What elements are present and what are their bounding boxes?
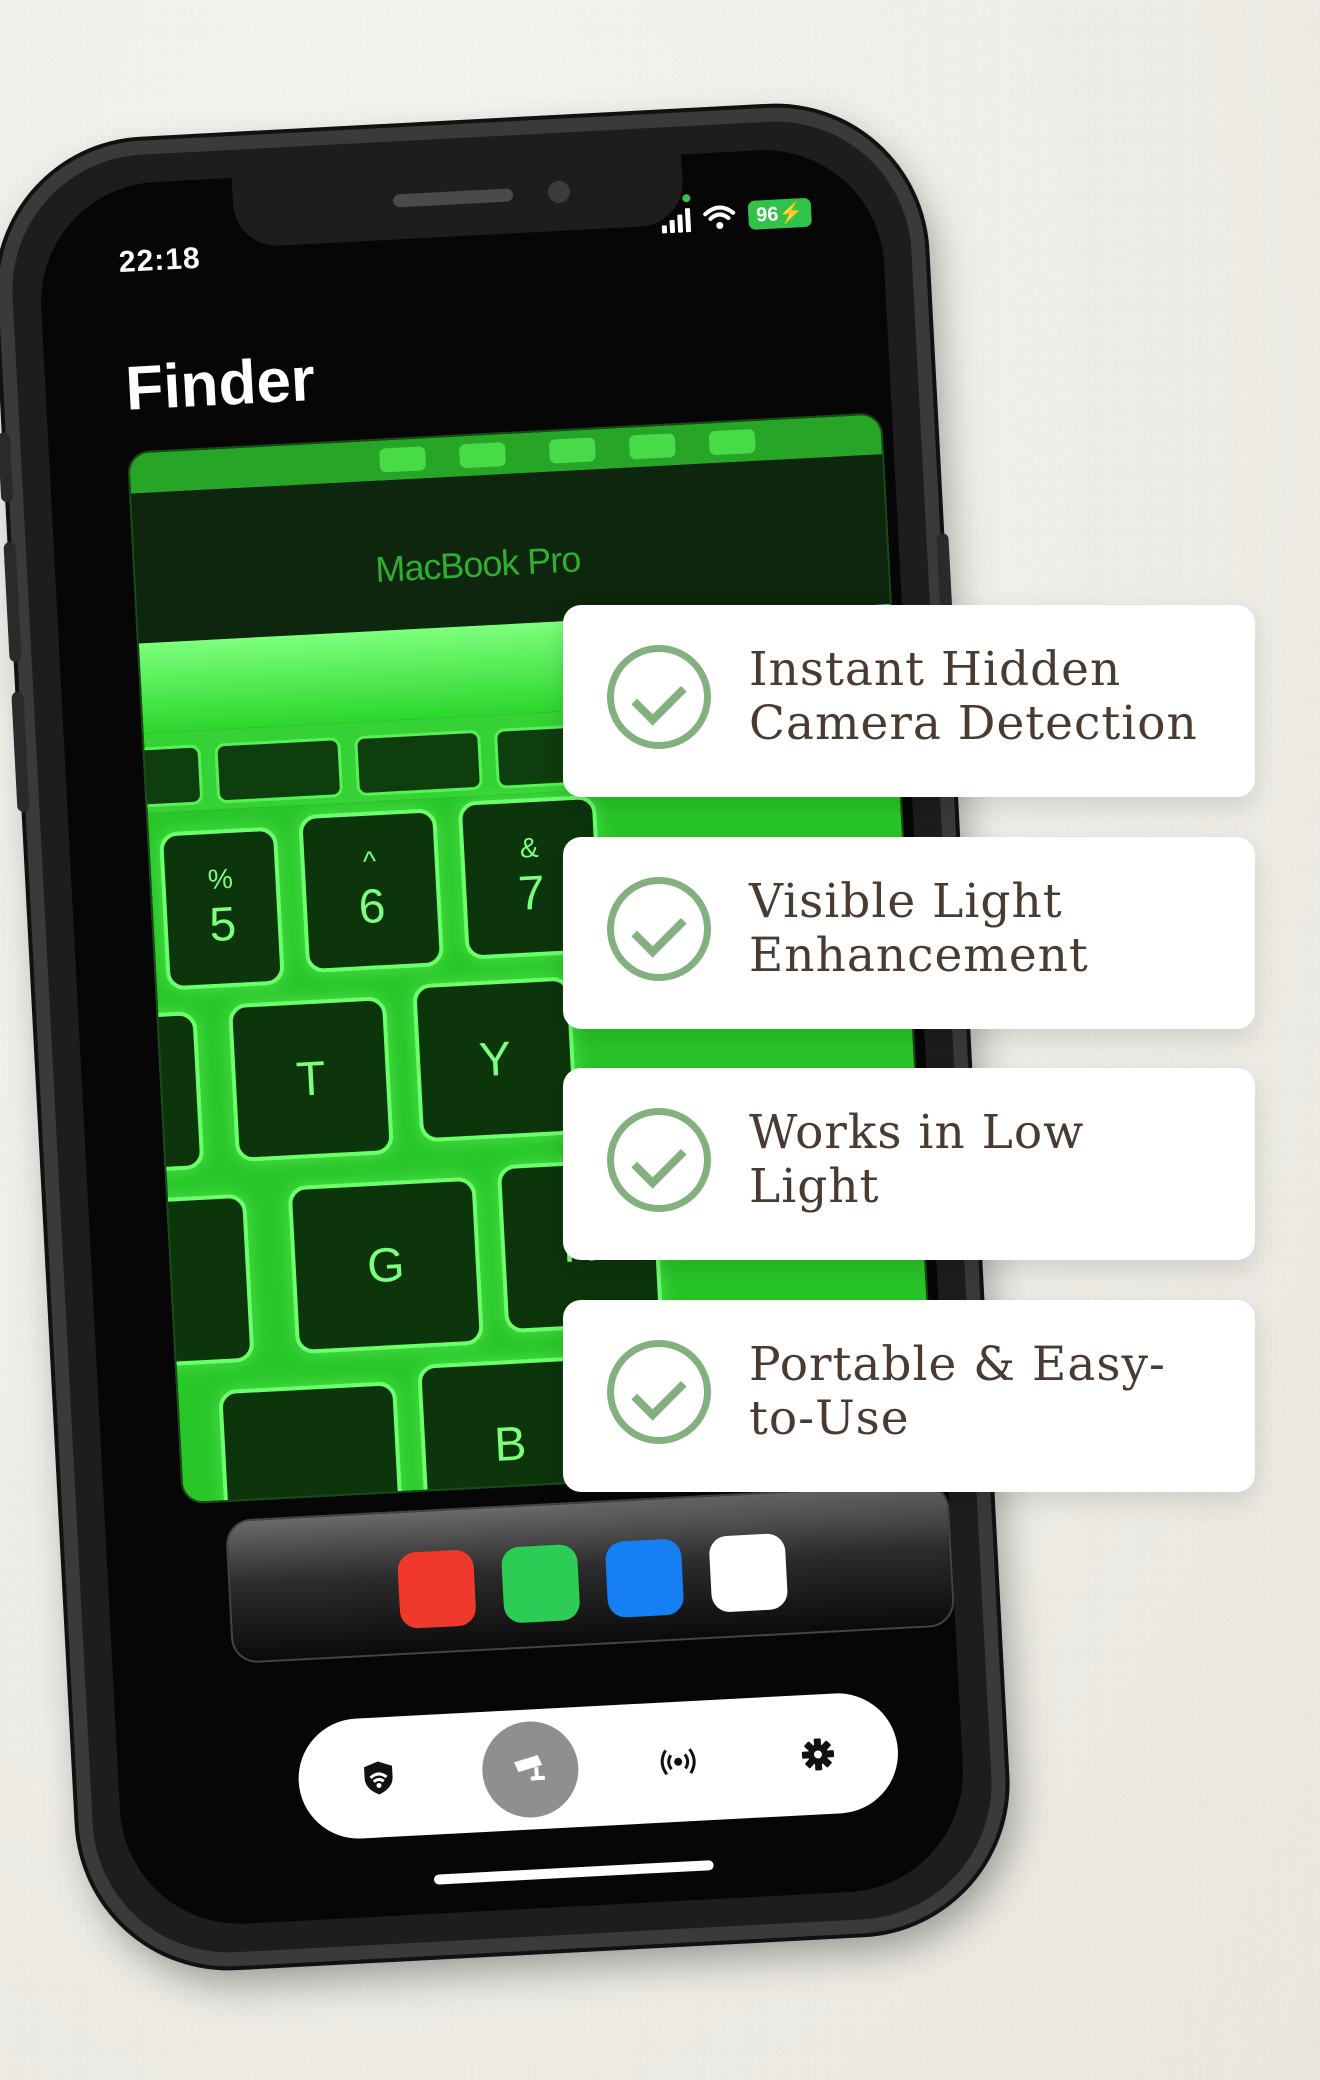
volume-up-button	[3, 541, 22, 663]
page-title: Finder	[123, 344, 317, 424]
feed-key-partial	[128, 1193, 255, 1368]
feature-card-light-enhancement: Visible Light Enhancement	[563, 837, 1255, 1029]
feed-key-5: % 5	[158, 826, 285, 991]
status-icons: 96⚡	[661, 197, 813, 235]
wifi-icon	[703, 205, 735, 229]
feature-text: Portable & Easy-to-Use	[749, 1337, 1166, 1446]
feature-text: Visible Light Enhancement	[749, 874, 1089, 983]
feed-key-partial	[126, 1010, 205, 1174]
phone-screen: 22:18 96⚡ Finder MacBook Pro % 5 ^ 6 & 7…	[34, 144, 970, 1930]
notch	[231, 154, 685, 248]
feed-key-y: Y	[412, 976, 579, 1143]
check-circle-icon	[607, 645, 711, 749]
feed-key-g: G	[287, 1176, 485, 1355]
gear-icon	[801, 1738, 835, 1771]
security-camera-icon	[513, 1755, 545, 1781]
tab-bar	[295, 1690, 902, 1842]
phone-body: 22:18 96⚡ Finder MacBook Pro % 5 ^ 6 & 7…	[0, 99, 1014, 1975]
battery-indicator: 96⚡	[747, 197, 813, 230]
radio-waves-icon	[660, 1748, 696, 1776]
earpiece-speaker	[392, 188, 514, 208]
feature-text: Works in Low Light	[749, 1105, 1085, 1214]
feed-key-v: V	[218, 1381, 405, 1505]
color-swatch-white[interactable]	[708, 1532, 789, 1613]
tab-camera-finder[interactable]	[467, 1706, 593, 1832]
tab-signal-detector[interactable]	[615, 1699, 741, 1825]
feature-card-low-light: Works in Low Light	[563, 1068, 1255, 1260]
home-indicator	[433, 1860, 714, 1885]
cellular-signal-icon	[661, 206, 691, 234]
volume-down-button	[11, 691, 30, 813]
mute-switch	[0, 431, 14, 503]
feature-card-portable: Portable & Easy-to-Use	[563, 1300, 1255, 1492]
feature-card-detection: Instant Hidden Camera Detection	[563, 605, 1255, 797]
color-swatch-blue[interactable]	[604, 1538, 685, 1619]
check-circle-icon	[607, 877, 711, 981]
check-circle-icon	[607, 1108, 711, 1212]
color-swatch-red[interactable]	[396, 1549, 477, 1630]
wifi-shield-icon	[364, 1761, 393, 1795]
status-time: 22:18	[118, 241, 202, 279]
filter-color-selector	[224, 1482, 956, 1664]
tab-settings[interactable]	[755, 1691, 881, 1817]
feature-text: Instant Hidden Camera Detection	[749, 642, 1198, 751]
tab-wifi-scan[interactable]	[316, 1714, 442, 1840]
feed-key-6: ^ 6	[298, 808, 445, 974]
check-circle-icon	[607, 1340, 711, 1444]
camera-in-use-indicator	[682, 193, 691, 203]
active-tab-indicator	[479, 1719, 581, 1820]
color-swatch-green[interactable]	[500, 1543, 581, 1624]
feed-key-t: T	[227, 996, 394, 1163]
phone-mockup: 22:18 96⚡ Finder MacBook Pro % 5 ^ 6 & 7…	[0, 95, 1014, 1975]
front-camera	[547, 180, 571, 204]
